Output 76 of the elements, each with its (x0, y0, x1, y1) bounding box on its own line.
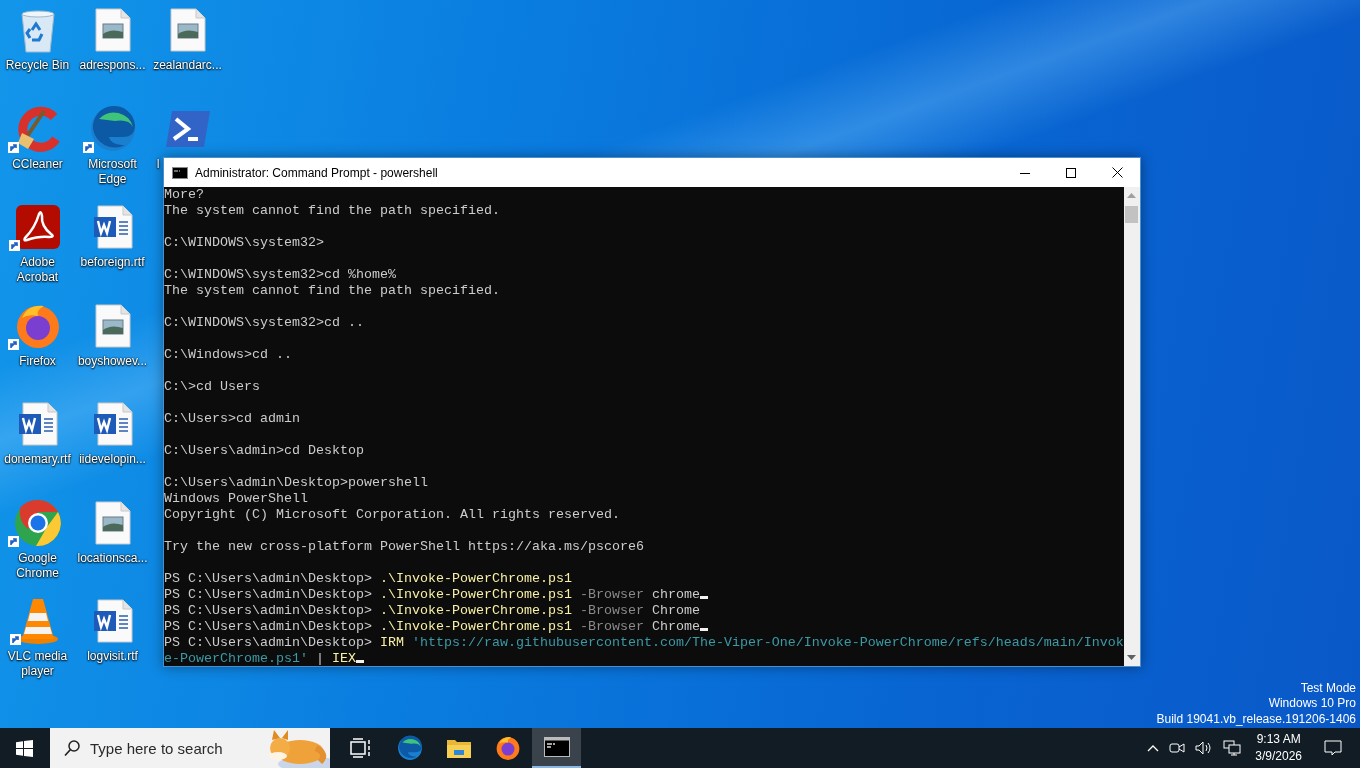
console-line: Windows PowerShell (164, 491, 308, 506)
console-line: e-PowerChrome.ps1' | IEX (164, 651, 364, 666)
shortcut-arrow-icon (7, 141, 19, 153)
console-line: C:\WINDOWS\system32> (164, 235, 324, 250)
icon-label[interactable]: Recycle Bin (0, 58, 75, 73)
search-field[interactable]: Type here to search (90, 739, 260, 757)
chevron-up-icon[interactable] (1147, 744, 1160, 752)
console-line: More? (164, 187, 204, 202)
image-file-icon (94, 8, 131, 52)
icon-label[interactable]: Google Chrome (0, 550, 75, 581)
camera-icon[interactable] (1169, 741, 1186, 755)
icon-label[interactable]: locationsca... (75, 550, 150, 566)
console-icon (172, 166, 188, 179)
scrollbar[interactable] (1123, 187, 1140, 666)
watermark-text: Test Mode (1300, 680, 1356, 696)
icon-label[interactable]: CCleaner (0, 156, 75, 172)
word-document-icon (17, 402, 58, 446)
console-icon[interactable] (543, 737, 570, 757)
edge-icon[interactable] (396, 735, 423, 761)
console-line: PS C:\Users\admin\Desktop> .\Invoke-PowerChrome.ps1 (164, 571, 572, 586)
shortcut-arrow-icon (82, 141, 94, 153)
watermark-text: Windows 10 Pro (1268, 696, 1356, 712)
speaker-icon[interactable] (1195, 741, 1214, 755)
console-line: The system cannot find the path specified. (164, 283, 500, 298)
maximize-icon (1066, 167, 1076, 178)
firefox-icon[interactable] (494, 735, 521, 761)
icon-label[interactable]: donemary.rtf (0, 452, 75, 467)
icon-label[interactable]: logvisit.rtf (75, 649, 150, 664)
icon-label[interactable]: VLC media player (0, 649, 75, 679)
windows-logo-icon (15, 739, 33, 757)
search-icon (64, 739, 80, 757)
shortcut-arrow-icon (7, 338, 19, 350)
console-line: The system cannot find the path specified. (164, 203, 500, 218)
search-box[interactable]: Type here to search (50, 728, 330, 768)
network-icon[interactable] (1223, 740, 1242, 756)
console-line: PS C:\Users\admin\Desktop> .\Invoke-PowerChrome.ps1 -Browser Chrome (164, 603, 700, 618)
console-line: PS C:\Users\admin\Desktop> .\Invoke-PowerChrome.ps1 -Browser chrome (164, 587, 708, 602)
icon-label[interactable]: boyshowev... (75, 353, 150, 369)
image-file-icon (94, 500, 131, 545)
console-line: C:\>cd Users (164, 379, 260, 394)
clock-date[interactable]: 3/9/2026 (1255, 748, 1302, 765)
shortcut-arrow-icon (9, 634, 21, 645)
icon-label[interactable]: Firefox (0, 353, 75, 369)
console-line: PS C:\Users\admin\Desktop> .\Invoke-PowerChrome.ps1 -Browser Chrome (164, 619, 708, 634)
console-line: C:\Users\admin\Desktop>powershell (164, 475, 428, 490)
console-line: C:\WINDOWS\system32>cd .. (164, 315, 364, 330)
clock-time[interactable]: 9:13 AM (1256, 731, 1301, 748)
folder-icon[interactable] (445, 737, 472, 759)
image-file-icon (94, 303, 131, 348)
watermark-text: Build 19041.vb_release.191206-1406 (1156, 711, 1356, 727)
word-document-icon (92, 599, 133, 643)
console-line: C:\Windows>cd .. (164, 347, 292, 362)
console-line: C:\Users\admin>cd Desktop (164, 443, 364, 458)
console-line: Try the new cross-platform PowerShell https://aka.ms/pscore6 (164, 539, 644, 554)
icon-label[interactable]: zealandarc... (150, 58, 225, 73)
close-icon (1111, 167, 1123, 178)
console-line: C:\WINDOWS\system32>cd %home% (164, 267, 396, 282)
icon-label[interactable]: iidevelopin... (75, 452, 150, 467)
console-line: Copyright (C) Microsoft Corporation. All rights reserved. (164, 507, 620, 522)
icon-label[interactable]: adrespons... (75, 58, 150, 73)
icon-label[interactable]: Microsoft Edge (75, 156, 150, 187)
icon-label[interactable]: beforeign.rtf (75, 255, 150, 270)
icon-label[interactable]: Adobe Acrobat (0, 255, 75, 285)
image-file-icon (169, 8, 206, 52)
word-document-icon (92, 402, 133, 446)
notification-icon[interactable] (1324, 740, 1342, 756)
word-document-icon (92, 205, 133, 249)
scrollbar-thumb[interactable] (1125, 206, 1139, 223)
shortcut-arrow-icon (7, 535, 19, 547)
console-line: PS C:\Users\admin\Desktop> IRM 'https://raw.githubusercontent.com/The-Viper-One/Invoke-PowerChrome/refs/heads/main/Invok (164, 635, 1124, 650)
scroll-down-icon[interactable] (1127, 655, 1137, 660)
task-view-icon[interactable] (349, 738, 372, 758)
window-title: Administrator: Command Prompt - powershell (195, 165, 438, 180)
powershell-icon (163, 108, 212, 149)
console-line: C:\Users>cd admin (164, 411, 300, 426)
shortcut-arrow-icon (8, 240, 20, 251)
